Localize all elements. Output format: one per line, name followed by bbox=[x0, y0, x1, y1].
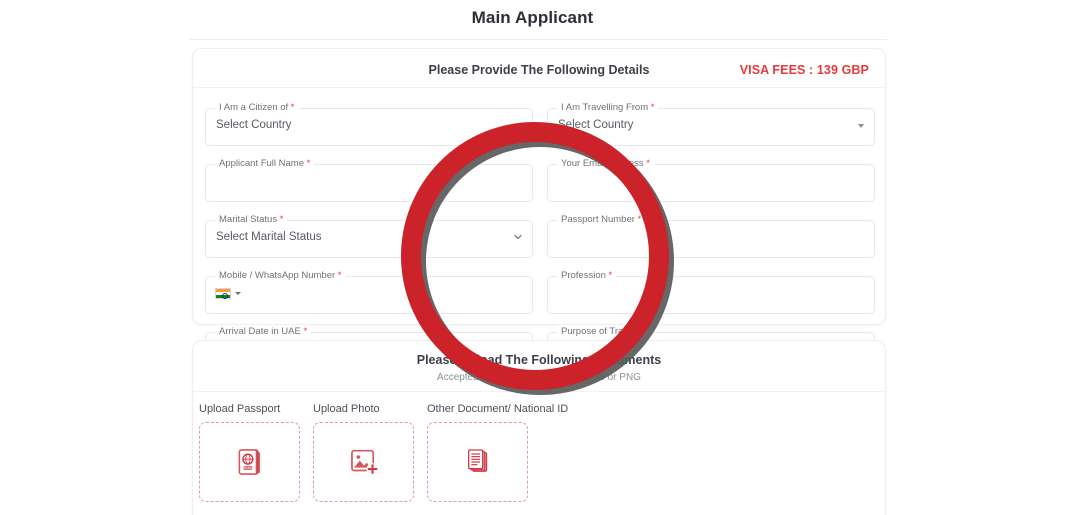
documents-icon bbox=[467, 449, 487, 472]
field-label: Profession * bbox=[557, 269, 617, 282]
applicant-form-grid: I Am a Citizen of * Select Country I Am Tr… bbox=[205, 93, 875, 372]
caret-down-icon[interactable] bbox=[516, 124, 522, 128]
upload-label: Upload Photo bbox=[313, 403, 380, 415]
documents-section-title: Please Upload The Following Documents bbox=[416, 353, 662, 367]
field-label: Mobile / WhatsApp Number * bbox=[215, 269, 346, 282]
documents-divider bbox=[193, 391, 885, 392]
field-value: Select Country bbox=[216, 119, 292, 131]
required-marker: * bbox=[304, 158, 311, 169]
field-label: Arrival Date in UAE * bbox=[215, 325, 312, 338]
required-marker: * bbox=[643, 158, 650, 169]
add-image-icon bbox=[350, 449, 379, 476]
upload-tile-upload-photo: Upload Photo bbox=[313, 403, 414, 502]
upload-dropzone[interactable] bbox=[427, 422, 528, 502]
documents-upload-card: Please Upload The Following Documents Ac… bbox=[192, 340, 886, 515]
page-title: Main Applicant bbox=[471, 8, 594, 27]
form-field-mobile-whatsapp-number[interactable]: Mobile / WhatsApp Number * bbox=[205, 269, 533, 316]
visa-fees-badge: VISA FEES : 139 GBP bbox=[739, 63, 869, 77]
field-label: I Am Travelling From * bbox=[557, 101, 659, 114]
chevron-down-icon[interactable] bbox=[512, 231, 524, 243]
field-label: Your Email Address * bbox=[557, 157, 654, 170]
required-marker: * bbox=[634, 214, 642, 225]
required-marker: * bbox=[635, 326, 642, 337]
required-marker: * bbox=[605, 270, 613, 281]
accepted-formats-note: Accepted Formats: WORD, PDF, JPG or PNG bbox=[437, 372, 641, 383]
form-field-applicant-full-name[interactable]: Applicant Full Name * bbox=[205, 157, 533, 204]
upload-label: Other Document/ National ID bbox=[427, 403, 569, 415]
upload-label: Upload Passport bbox=[199, 403, 281, 415]
passport-icon: PASS bbox=[238, 449, 260, 475]
required-marker: * bbox=[288, 102, 295, 113]
field-label: Marital Status * bbox=[215, 213, 288, 226]
upload-dropzone[interactable]: PASS bbox=[199, 422, 300, 502]
caret-down-icon bbox=[235, 292, 241, 295]
form-field-profession[interactable]: Profession * bbox=[547, 269, 875, 316]
upload-tile-other-document-national-id: Other Document/ National ID bbox=[427, 403, 569, 502]
field-value: Select Country bbox=[558, 119, 634, 131]
country-code-selector[interactable] bbox=[215, 288, 241, 299]
caret-down-icon[interactable] bbox=[858, 124, 864, 128]
svg-text:PASS: PASS bbox=[243, 466, 251, 470]
form-field-i-am-a-citizen-of[interactable]: I Am a Citizen of * Select Country bbox=[205, 101, 533, 148]
visa-application-page: Main Applicant Please Provide The Follow… bbox=[0, 0, 1065, 515]
india-flag-icon bbox=[215, 288, 231, 299]
form-field-your-email-address[interactable]: Your Email Address * bbox=[547, 157, 875, 204]
field-value: Select Marital Status bbox=[216, 231, 322, 243]
field-label: Applicant Full Name * bbox=[215, 157, 315, 170]
form-field-marital-status[interactable]: Marital Status * Select Marital Status bbox=[205, 213, 533, 260]
details-divider bbox=[193, 87, 885, 88]
field-label: I Am a Citizen of * bbox=[215, 101, 299, 114]
upload-tiles: Upload Passport PASS Upload Photo Other Doc… bbox=[199, 403, 569, 502]
form-field-i-am-travelling-from[interactable]: I Am Travelling From * Select Country bbox=[547, 101, 875, 148]
required-marker: * bbox=[300, 326, 308, 337]
upload-dropzone[interactable] bbox=[313, 422, 414, 502]
form-field-passport-number[interactable]: Passport Number * bbox=[547, 213, 875, 260]
upload-tile-upload-passport: Upload Passport PASS bbox=[199, 403, 300, 502]
applicant-details-card: Please Provide The Following Details VIS… bbox=[192, 48, 886, 370]
title-divider bbox=[190, 39, 887, 40]
required-marker: * bbox=[648, 102, 655, 113]
field-label: Purpose of Travel * bbox=[557, 325, 646, 338]
required-marker: * bbox=[335, 270, 342, 281]
required-marker: * bbox=[277, 214, 284, 225]
field-label: Passport Number * bbox=[557, 213, 646, 226]
